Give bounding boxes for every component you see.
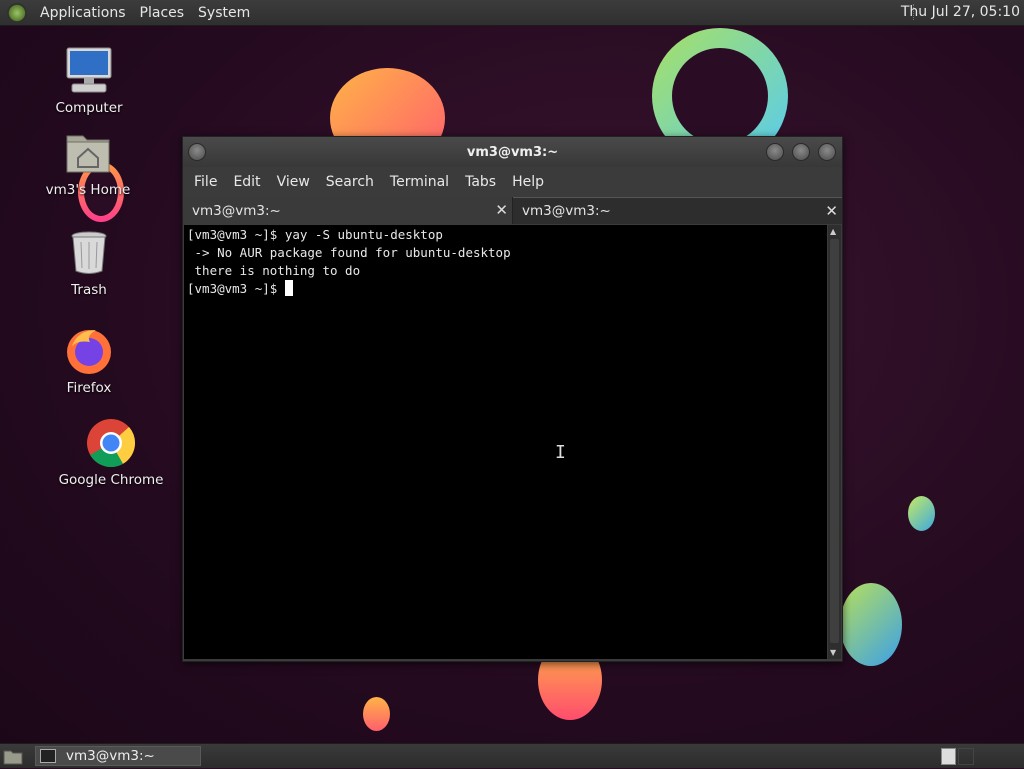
menu-help[interactable]: Help: [504, 174, 552, 190]
menu-view[interactable]: View: [269, 174, 318, 190]
menu-tabs[interactable]: Tabs: [457, 174, 504, 190]
wallpaper-green-blob: [908, 496, 935, 531]
desktop-icon-label: Google Chrome: [58, 472, 164, 488]
scroll-up-icon[interactable]: ▲: [830, 227, 836, 236]
tab-label: vm3@vm3:~: [192, 202, 281, 219]
close-button[interactable]: [818, 143, 836, 161]
menu-file[interactable]: File: [186, 174, 225, 190]
desktop-icon-label: Trash: [71, 282, 107, 298]
bottom-panel: vm3@vm3:~: [0, 743, 1024, 768]
firefox-icon: [64, 326, 114, 376]
tab-2[interactable]: vm3@vm3:~ ✕: [513, 197, 842, 224]
workspace-2[interactable]: [958, 748, 974, 765]
taskbar-label: vm3@vm3:~: [66, 748, 155, 764]
wallpaper-green-blob-large: [840, 583, 902, 666]
window-menu-icon[interactable]: [188, 143, 206, 161]
tab-bar: vm3@vm3:~ ✕ vm3@vm3:~ ✕: [183, 197, 842, 224]
distro-logo-icon[interactable]: [7, 2, 27, 23]
maximize-button[interactable]: [792, 143, 810, 161]
top-panel: Applications Places System Thu Jul 27, 0…: [0, 0, 1024, 26]
terminal-prompt-line: [vm3@vm3 ~]$: [187, 280, 824, 298]
workspace-1[interactable]: [941, 748, 956, 765]
desktop-icon-trash[interactable]: Trash: [34, 228, 144, 298]
desktop-icon-label: Computer: [55, 100, 123, 116]
chrome-icon: [86, 418, 136, 468]
minimize-button[interactable]: [766, 143, 784, 161]
terminal-line: there is nothing to do: [187, 263, 361, 278]
window-titlebar[interactable]: vm3@vm3:~: [183, 137, 842, 167]
mouse-ibeam-cursor-icon: I: [555, 442, 566, 463]
desktop-icon-label: Firefox: [66, 380, 112, 396]
clock[interactable]: Thu Jul 27, 05:10: [901, 4, 1020, 20]
wallpaper-orange-blob-small: [363, 697, 390, 731]
scroll-thumb[interactable]: [830, 239, 839, 643]
home-folder-icon: [63, 128, 113, 178]
tab-label: vm3@vm3:~: [522, 203, 611, 219]
menu-search[interactable]: Search: [318, 174, 382, 190]
terminal-icon: [40, 749, 56, 763]
scroll-down-icon[interactable]: ▼: [830, 648, 836, 657]
close-tab-icon[interactable]: ✕: [495, 201, 508, 219]
window-title: vm3@vm3:~: [466, 144, 559, 160]
close-tab-icon[interactable]: ✕: [825, 202, 838, 220]
menu-edit[interactable]: Edit: [225, 174, 268, 190]
desktop-icon-chrome[interactable]: Google Chrome: [56, 418, 166, 488]
system-menu[interactable]: System: [191, 5, 257, 21]
tab-1[interactable]: vm3@vm3:~ ✕: [183, 197, 513, 224]
terminal-line: [vm3@vm3 ~]$ yay -S ubuntu-desktop: [187, 227, 443, 242]
terminal-window[interactable]: vm3@vm3:~ File Edit View Search Terminal…: [182, 136, 843, 662]
taskbar-terminal-button[interactable]: vm3@vm3:~: [35, 746, 201, 766]
menubar: File Edit View Search Terminal Tabs Help: [183, 167, 842, 197]
terminal-line: -> No AUR package found for ubuntu-deskt…: [187, 245, 511, 260]
places-menu[interactable]: Places: [133, 5, 192, 21]
desktop-icon-computer[interactable]: Computer: [34, 46, 144, 116]
computer-icon: [64, 46, 114, 96]
terminal-output[interactable]: [vm3@vm3 ~]$ yay -S ubuntu-desktop -> No…: [184, 225, 827, 659]
trash-icon: [64, 228, 114, 278]
applications-menu[interactable]: Applications: [33, 5, 133, 21]
show-desktop-icon[interactable]: [3, 747, 23, 765]
terminal-scrollbar[interactable]: ▲ ▼: [828, 225, 841, 659]
desktop-icon-home[interactable]: vm3's Home: [33, 128, 143, 198]
desktop-icon-firefox[interactable]: Firefox: [34, 326, 144, 396]
menu-terminal[interactable]: Terminal: [382, 174, 457, 190]
terminal-cursor: [284, 280, 293, 296]
desktop-icon-label: vm3's Home: [45, 182, 131, 198]
terminal-prompt: [vm3@vm3 ~]$: [187, 281, 285, 296]
